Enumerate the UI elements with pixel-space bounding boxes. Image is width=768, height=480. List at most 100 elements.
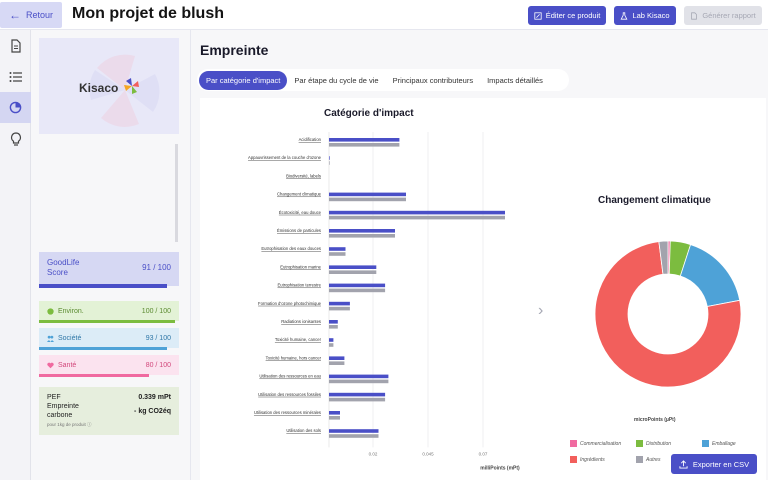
impact-bar (329, 434, 379, 438)
category-label: Biodiversité, labels (286, 173, 321, 178)
category-label: Changement climatique (277, 192, 322, 197)
legend-item[interactable]: Distribution (636, 440, 671, 447)
society-label: Société (58, 334, 82, 342)
back-button[interactable]: ← Retour (0, 2, 62, 28)
category-label: Eutrophisation terrestre (277, 283, 321, 288)
donut-chart-title: Changement climatique (598, 195, 711, 206)
impact-bar (329, 234, 395, 238)
impact-bar (329, 379, 389, 384)
rail-item-list[interactable] (0, 61, 31, 92)
legend-item[interactable]: Ingrédients (570, 456, 605, 463)
lab-kisaco-button[interactable]: Lab Kisaco (614, 6, 676, 25)
export-csv-button[interactable]: Exporter en CSV (671, 454, 757, 474)
impact-bar (329, 301, 350, 306)
tab-by-lifecycle-stage[interactable]: Par étape du cycle de vie (287, 71, 385, 90)
file-icon (691, 11, 698, 20)
impact-bar (329, 210, 505, 215)
carbon-value: - kg CO2éq (134, 407, 171, 415)
info-icon[interactable]: ⓘ (87, 422, 92, 427)
tab-by-impact-category[interactable]: Par catégorie d'impact (199, 70, 288, 90)
tab-main-contributors[interactable]: Principaux contributeurs (386, 71, 480, 90)
impact-bar (329, 306, 350, 311)
category-label: Émissions de particules (277, 228, 321, 233)
impact-bar (329, 247, 346, 251)
section-title: Empreinte (200, 42, 269, 58)
society-score: 93 / 100 (145, 334, 171, 342)
impact-bar (329, 325, 338, 329)
category-label: Toxicité humaine, hors cancer (266, 355, 322, 360)
legend-swatch (636, 440, 643, 447)
x-axis-title: milliPoints (mPt) (480, 465, 520, 471)
globe-icon (47, 307, 54, 315)
page-title: Mon projet de blush (72, 5, 224, 22)
category-label: Utilisation des ressources fossiles (258, 392, 321, 397)
x-tick-label: 0.02 (369, 451, 378, 456)
impact-bar (329, 161, 330, 165)
side-scrollbar[interactable] (175, 144, 178, 242)
pef-label: PEF (47, 394, 61, 401)
rail-item-footprint[interactable] (0, 92, 31, 123)
lightbulb-icon (10, 131, 21, 146)
legend-item[interactable]: Emballage (702, 440, 736, 447)
impact-bar (329, 283, 386, 288)
lab-kisaco-label: Lab Kisaco (632, 11, 670, 20)
chevron-right-icon[interactable]: › (538, 302, 543, 320)
pef-value: 0.339 mPt (138, 394, 171, 401)
legend-label: Distribution (646, 440, 672, 447)
goodlife-score-bar (39, 284, 167, 288)
health-label: Santé (58, 361, 77, 369)
category-label: Radiations ionisantes (281, 319, 321, 324)
top-bar: ← Retour Mon projet de blush Éditer ce p… (0, 0, 768, 30)
tab-bar: Par catégorie d'impact Par étape du cycl… (197, 69, 569, 91)
rail-item-ideas[interactable] (0, 123, 31, 154)
impact-bar (329, 156, 330, 160)
donut-unit-label: microPoints (µPt) (634, 417, 676, 423)
x-tick-label: 0.045 (422, 451, 434, 456)
impact-bar (329, 197, 406, 202)
environment-score: 100 / 100 (141, 307, 171, 315)
impact-bar (329, 252, 346, 256)
impact-bar (329, 215, 505, 220)
category-label: Formation d'ozone photochimique (258, 301, 322, 306)
health-score-bar (39, 374, 149, 377)
carbon-label: Empreinte carbone (47, 403, 79, 419)
legend-label: Autres (646, 456, 661, 463)
edit-product-button[interactable]: Éditer ce produit (528, 6, 606, 25)
tab-detailed-impacts[interactable]: Impacts détaillés (480, 71, 550, 90)
legend-swatch (636, 456, 643, 463)
impact-bar (329, 374, 389, 379)
generate-report-button[interactable]: Générer rapport (684, 6, 762, 25)
impact-bar (329, 229, 395, 233)
flask-icon (620, 11, 628, 20)
legend-item[interactable]: Commercialisation (570, 440, 621, 447)
list-icon (9, 71, 22, 82)
heart-icon (47, 362, 54, 368)
environment-score-bar (39, 320, 175, 323)
health-score: 80 / 100 (145, 361, 171, 369)
category-label: Eutrophisation des eaux douces (261, 246, 321, 251)
category-label: Appauvrissement de la couche d'ozone (248, 155, 322, 160)
impact-bar (329, 392, 386, 397)
impact-bar (329, 343, 334, 347)
product-side-panel: Kisaco GoodLife Score 91 / 100 Environ. … (31, 30, 191, 480)
legend-swatch (570, 456, 577, 463)
category-label: Toxicité humaine, cancer (275, 337, 322, 342)
donut-slice[interactable] (679, 244, 741, 307)
impact-bar (329, 143, 400, 147)
impact-bar (329, 361, 345, 365)
category-label: Eutrophisation marine (280, 264, 321, 269)
environment-score-card: Environ. 100 / 100 (39, 301, 179, 321)
legend-item[interactable]: Autres (636, 456, 660, 463)
arrow-left-icon: ← (8, 8, 21, 22)
environment-label: Environ. (58, 307, 84, 315)
export-csv-label: Exporter en CSV (692, 459, 750, 469)
impact-bar (329, 270, 377, 274)
goodlife-score: 91 / 100 (142, 263, 171, 272)
health-score-card: Santé 80 / 100 (39, 355, 179, 375)
legend-label: Commercialisation (580, 440, 622, 447)
rail-item-document[interactable] (0, 30, 31, 61)
upload-icon (679, 459, 688, 469)
product-image: Kisaco (39, 38, 179, 134)
category-label: Utilisation des ressources en eau (259, 374, 321, 379)
x-tick-label: 0.07 (479, 451, 488, 456)
